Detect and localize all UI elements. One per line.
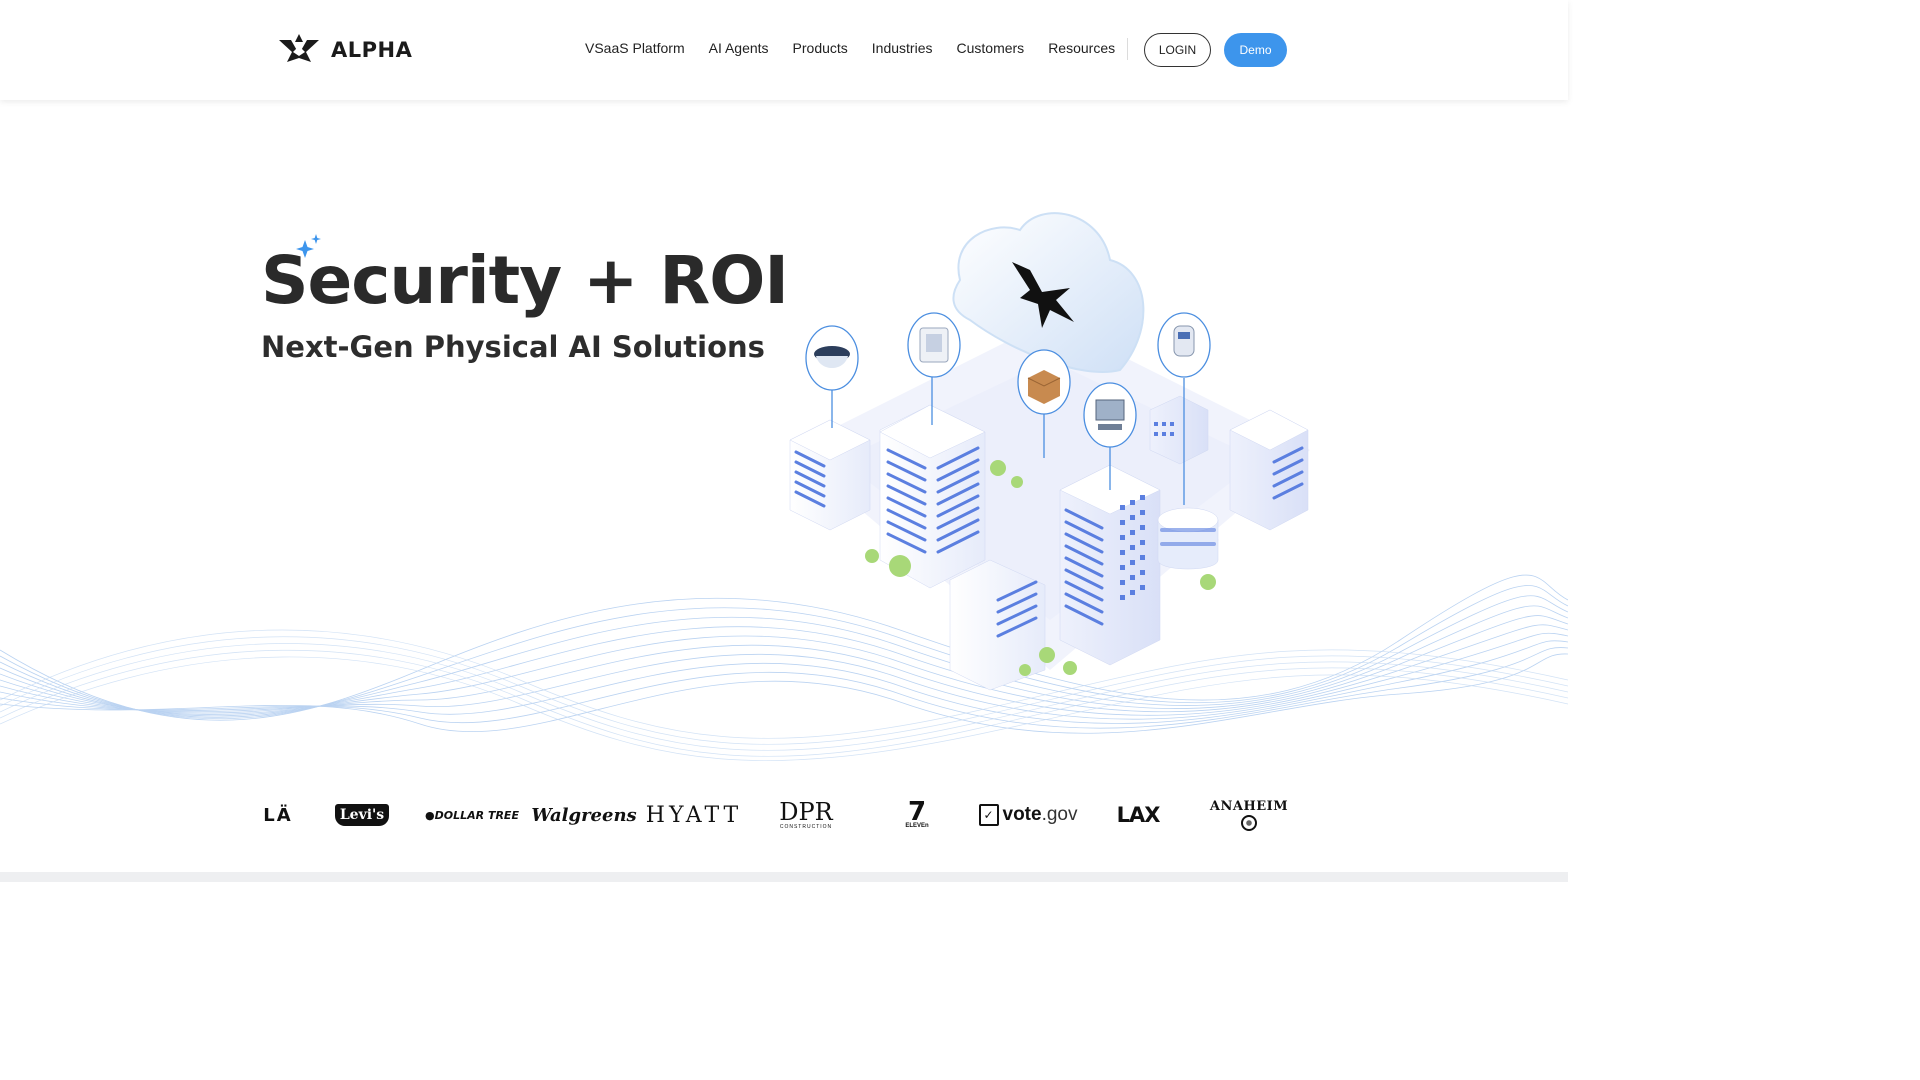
logo-levis: Levi's <box>334 792 390 838</box>
logo-levis-text: Levi's <box>334 804 390 826</box>
customer-logos: LÄ Levi's ● DOLLAR TREE Walgreens HYATT … <box>258 792 1288 838</box>
nav-products[interactable]: Products <box>793 40 848 56</box>
logo-vote-text: vote <box>1002 804 1042 825</box>
logo-la: LÄ <box>263 804 293 826</box>
access-panel-icon <box>919 327 949 363</box>
page-bottom-strip <box>0 872 1568 882</box>
logo-dpr-subtext: CONSTRUCTION <box>779 824 833 830</box>
checkbox-icon: ✓ <box>978 804 999 826</box>
nav-ai-agents[interactable]: AI Agents <box>709 40 769 56</box>
logo-7-subtext: ELEVEn <box>905 823 929 829</box>
hero-subtitle: Next-Gen Physical AI Solutions <box>261 330 765 364</box>
robot-icon <box>1173 325 1195 357</box>
brand-logo[interactable]: ALPHA <box>277 32 412 68</box>
logo-dpr-text: DPR <box>779 798 833 826</box>
logo-dollar-tree-text: DOLLAR TREE <box>434 808 519 822</box>
brand-name: ALPHA <box>331 38 413 62</box>
logo-dpr: DPR CONSTRUCTION <box>770 792 842 838</box>
logo-dollar-tree: ● DOLLAR TREE <box>423 792 521 838</box>
logo-vote-suffix: .gov <box>1041 804 1078 825</box>
logo-anaheim: ANAHEIM <box>1210 792 1288 838</box>
logo-hyatt: HYATT <box>645 802 743 828</box>
alpha-logo-icon <box>279 34 319 62</box>
hero-title: Security + ROI <box>261 242 789 319</box>
login-button[interactable]: LOGIN <box>1144 33 1211 67</box>
city-seal-icon <box>1241 815 1257 831</box>
nav-industries[interactable]: Industries <box>872 40 933 56</box>
site-header: ALPHA VSaaS Platform AI Agents Products … <box>0 0 1568 100</box>
nav-resources[interactable]: Resources <box>1048 40 1115 56</box>
logo-7-number: 7 <box>907 797 927 827</box>
cloud-icon <box>952 212 1145 373</box>
smart-city-illustration <box>789 212 1310 691</box>
demo-button[interactable]: Demo <box>1224 33 1287 67</box>
logo-lax: LAX <box>1116 803 1161 827</box>
tree-icon: ● <box>425 808 435 822</box>
nav-divider <box>1127 38 1128 60</box>
nav-customers[interactable]: Customers <box>957 40 1025 56</box>
workstation-icon <box>1095 399 1125 430</box>
sparkle-icon <box>296 234 321 258</box>
logo-vote-gov: ✓ vote.gov <box>978 792 1078 838</box>
logo-7-eleven: 7 ELEVEn <box>898 792 936 838</box>
nav-vsaas-platform[interactable]: VSaaS Platform <box>585 40 685 56</box>
logo-walgreens: Walgreens <box>531 804 637 826</box>
logo-anaheim-text: ANAHEIM <box>1209 799 1289 814</box>
main-nav: VSaaS Platform AI Agents Products Indust… <box>585 40 1115 56</box>
